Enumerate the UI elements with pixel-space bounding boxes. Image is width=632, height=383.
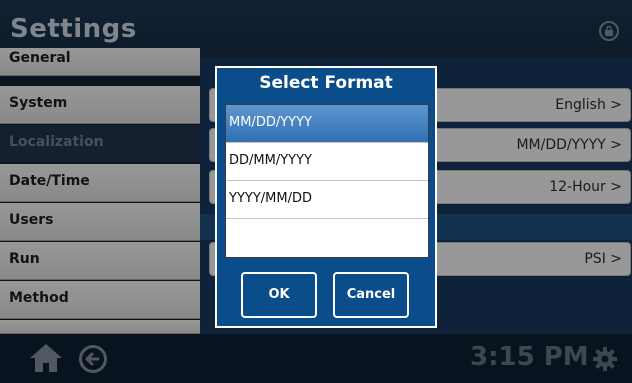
- format-option-label: YYYY/MM/DD: [229, 191, 312, 206]
- format-option-mm-dd-yyyy[interactable]: MM/DD/YYYY: [226, 105, 428, 143]
- dialog-title: Select Format: [259, 73, 393, 93]
- format-list[interactable]: MM/DD/YYYY DD/MM/YYYY YYYY/MM/DD: [225, 104, 429, 258]
- ok-button[interactable]: OK: [241, 272, 317, 318]
- format-option-yyyy-mm-dd[interactable]: YYYY/MM/DD: [226, 181, 428, 219]
- format-option-dd-mm-yyyy[interactable]: DD/MM/YYYY: [226, 143, 428, 181]
- settings-screen: Settings General System Localization Dat…: [0, 0, 632, 383]
- select-format-dialog: Select Format MM/DD/YYYY DD/MM/YYYY YYYY…: [215, 66, 437, 328]
- format-option-label: MM/DD/YYYY: [229, 115, 312, 130]
- format-option-empty: [226, 219, 428, 257]
- cancel-button-label: Cancel: [346, 287, 396, 302]
- format-option-label: DD/MM/YYYY: [229, 153, 312, 168]
- cancel-button[interactable]: Cancel: [333, 272, 409, 318]
- ok-button-label: OK: [268, 287, 290, 302]
